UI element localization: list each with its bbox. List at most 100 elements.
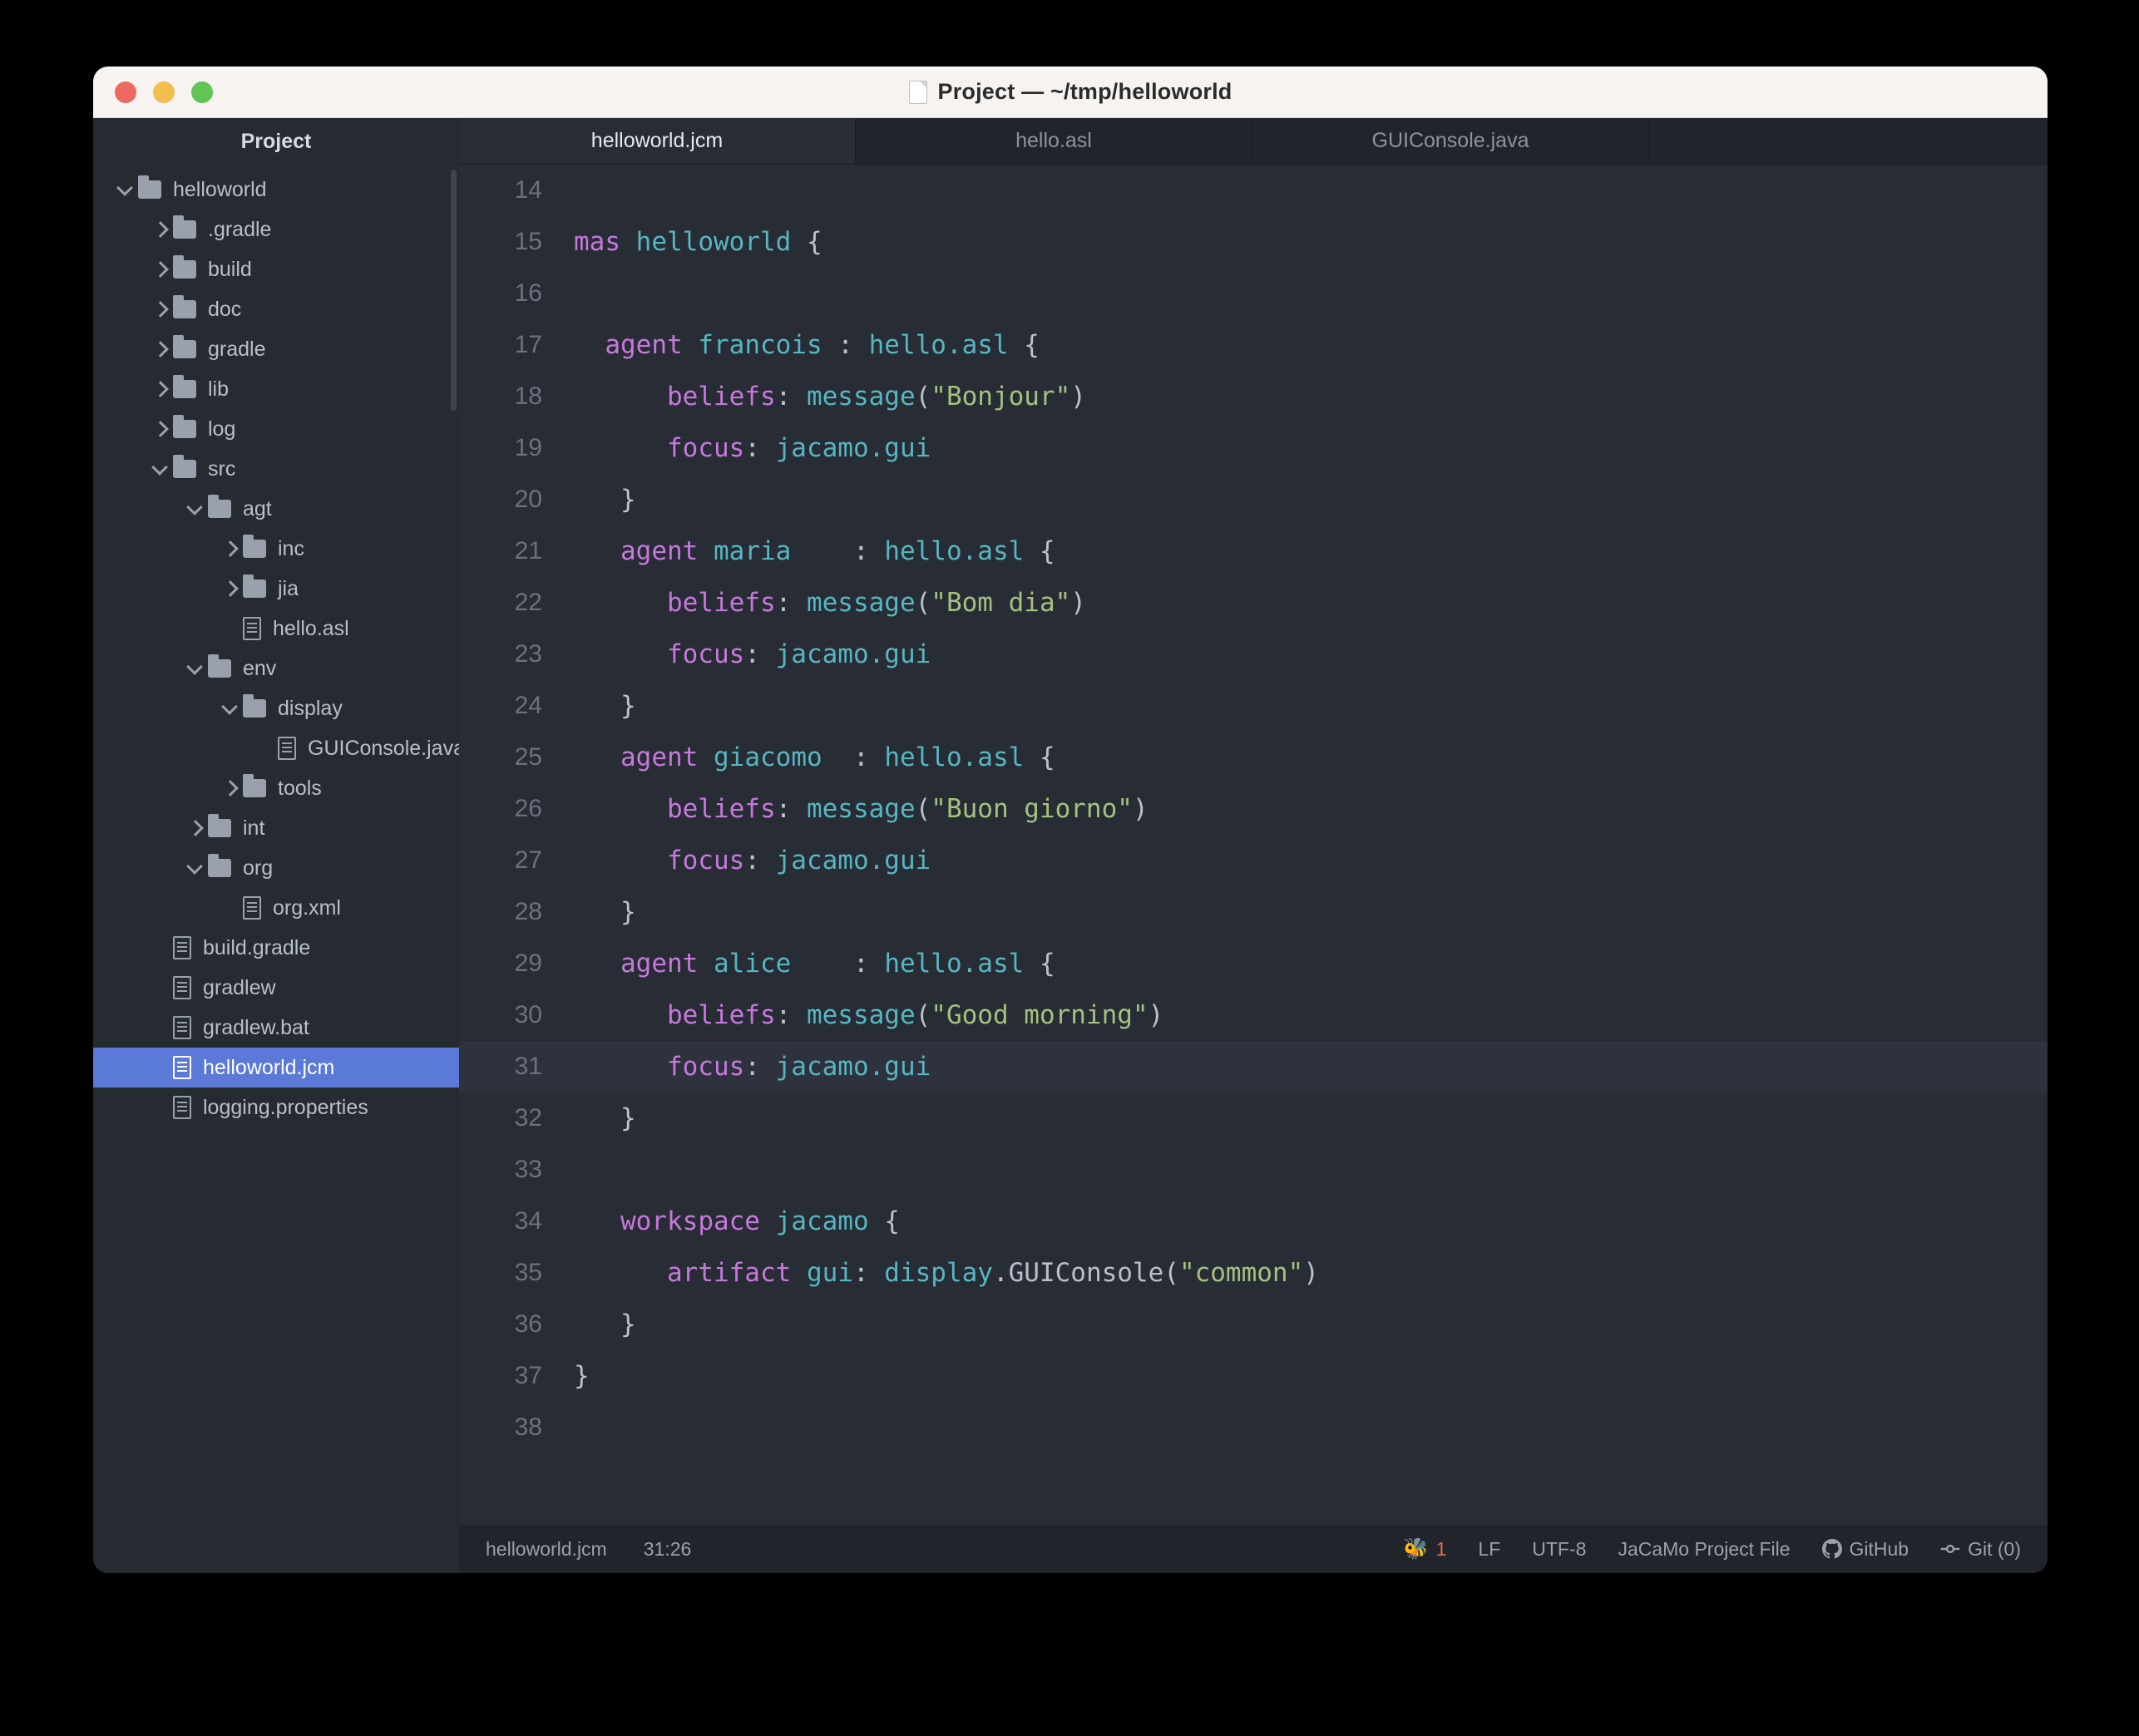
editor-column: helloworld.jcm hello.asl GUIConsole.java 1… xyxy=(459,118,2048,1573)
token-str: "Bom dia" xyxy=(931,588,1071,618)
tree-item--gradle[interactable]: .gradle xyxy=(93,210,459,249)
code-line-30[interactable]: 30 beliefs: message("Good morning") xyxy=(459,989,2048,1041)
tree-item-org[interactable]: org xyxy=(93,848,459,888)
folder-icon xyxy=(243,694,266,718)
chevron-down-icon[interactable] xyxy=(148,456,173,481)
tree-item-guiconsole-java[interactable]: GUIConsole.java xyxy=(93,728,465,768)
code-editor[interactable]: 14 15 mas helloworld {16 17 agent francois … xyxy=(459,165,2048,1525)
chevron-down-icon[interactable] xyxy=(183,856,208,880)
sidebar-scrollbar[interactable] xyxy=(451,170,457,411)
code-line-24[interactable]: 24 } xyxy=(459,680,2048,732)
tree-item-src[interactable]: src xyxy=(93,449,459,489)
chevron-down-icon[interactable] xyxy=(183,496,208,521)
code-line-37[interactable]: 37} xyxy=(459,1350,2048,1402)
token-pun: { xyxy=(1008,330,1040,360)
tree-item-jia[interactable]: jia xyxy=(93,569,459,609)
tree-item-display[interactable]: display xyxy=(93,688,459,728)
code-line-19[interactable]: 19 focus: jacamo.gui xyxy=(459,422,2048,474)
tab-hello-asl[interactable]: hello.asl xyxy=(856,118,1252,164)
line-number: 17 xyxy=(514,331,542,358)
document-icon xyxy=(908,80,927,104)
tree-item-gradle[interactable]: gradle xyxy=(93,329,459,369)
code-text: } xyxy=(561,1309,636,1339)
token-id: hello.asl xyxy=(868,330,1009,360)
chevron-right-icon[interactable] xyxy=(148,417,173,441)
chevron-down-icon[interactable] xyxy=(183,656,208,681)
tree-item-build-gradle[interactable]: build.gradle xyxy=(93,928,459,968)
code-line-15[interactable]: 15 mas helloworld { xyxy=(459,216,2048,268)
tree-item-log[interactable]: log xyxy=(93,409,459,449)
chevron-right-icon[interactable] xyxy=(183,816,208,841)
tree-item-gradlew[interactable]: gradlew xyxy=(93,968,459,1008)
chevron-right-icon[interactable] xyxy=(148,297,173,322)
code-line-21[interactable]: 21 agent maria : hello.asl { xyxy=(459,525,2048,577)
code-line-32[interactable]: 32 } xyxy=(459,1092,2048,1144)
chevron-right-icon[interactable] xyxy=(218,576,243,601)
token-pun: : xyxy=(775,588,807,618)
code-line-31[interactable]: 31 focus: jacamo.gui xyxy=(459,1041,2048,1092)
status-encoding[interactable]: UTF-8 xyxy=(1532,1538,1586,1561)
code-line-35[interactable]: 35 artifact gui: display.GUIConsole("com… xyxy=(459,1247,2048,1299)
code-line-26[interactable]: 26 beliefs: message("Buon giorno") xyxy=(459,783,2048,835)
tree-item-inc[interactable]: inc xyxy=(93,529,459,569)
chevron-right-icon[interactable] xyxy=(218,536,243,561)
code-line-28[interactable]: 28 } xyxy=(459,886,2048,938)
status-problems[interactable]: 🐝 1 xyxy=(1402,1538,1446,1561)
code-line-14[interactable]: 14 xyxy=(459,165,2048,216)
chevron-down-icon[interactable] xyxy=(113,177,138,202)
token-pun xyxy=(574,949,620,979)
code-line-27[interactable]: 27 focus: jacamo.gui xyxy=(459,835,2048,886)
token-id: hello.asl xyxy=(884,949,1025,979)
code-line-20[interactable]: 20 } xyxy=(459,474,2048,525)
tree-item-env[interactable]: env xyxy=(93,649,459,688)
code-line-18[interactable]: 18 beliefs: message("Bonjour") xyxy=(459,371,2048,422)
tab-helloworld-jcm[interactable]: helloworld.jcm xyxy=(459,118,856,164)
chevron-right-icon[interactable] xyxy=(148,217,173,242)
chevron-right-icon[interactable] xyxy=(218,776,243,801)
tree-item-logging-properties[interactable]: logging.properties xyxy=(93,1087,459,1127)
status-cursor-position[interactable]: 31:26 xyxy=(644,1538,692,1561)
git-branch-icon xyxy=(1940,1544,1960,1554)
status-line-ending[interactable]: LF xyxy=(1478,1538,1500,1561)
tree-item-lib[interactable]: lib xyxy=(93,369,459,409)
tree-item-helloworld[interactable]: helloworld xyxy=(93,170,459,210)
tab-guiconsole-java[interactable]: GUIConsole.java xyxy=(1252,118,1649,164)
code-line-33[interactable]: 33 xyxy=(459,1144,2048,1196)
chevron-right-icon[interactable] xyxy=(148,257,173,282)
token-pun xyxy=(574,1258,667,1288)
tree-item-org-xml[interactable]: org.xml xyxy=(93,888,459,928)
tree-item-doc[interactable]: doc xyxy=(93,289,459,329)
status-git-branch[interactable]: Git (0) xyxy=(1940,1538,2021,1561)
chevron-right-icon[interactable] xyxy=(148,337,173,362)
file-tree[interactable]: helloworld .gradle build doc gradle lib log src… xyxy=(93,165,465,1127)
close-button[interactable] xyxy=(115,81,136,103)
zoom-button[interactable] xyxy=(191,81,213,103)
tree-item-helloworld-jcm[interactable]: helloworld.jcm xyxy=(93,1048,459,1087)
chevron-down-icon[interactable] xyxy=(218,696,243,721)
code-line-38[interactable]: 38 xyxy=(459,1402,2048,1453)
code-line-36[interactable]: 36 } xyxy=(459,1299,2048,1350)
line-number: 23 xyxy=(514,640,542,668)
tree-item-build[interactable]: build xyxy=(93,249,459,289)
file-icon xyxy=(243,617,261,640)
token-kw: focus xyxy=(666,433,745,463)
status-file-type[interactable]: JaCaMo Project File xyxy=(1618,1538,1790,1561)
chevron-right-icon[interactable] xyxy=(148,377,173,402)
code-line-34[interactable]: 34 workspace jacamo { xyxy=(459,1196,2048,1247)
tree-item-hello-asl[interactable]: hello.asl xyxy=(93,609,459,649)
tree-item-tools[interactable]: tools xyxy=(93,768,459,808)
status-github[interactable]: GitHub xyxy=(1821,1538,1909,1561)
code-line-23[interactable]: 23 focus: jacamo.gui xyxy=(459,629,2048,680)
code-line-29[interactable]: 29 agent alice : hello.asl { xyxy=(459,938,2048,989)
token-pun: : xyxy=(822,742,885,772)
code-line-25[interactable]: 25 agent giacomo : hello.asl { xyxy=(459,732,2048,783)
token-id: message xyxy=(806,588,916,618)
tree-item-agt[interactable]: agt xyxy=(93,489,459,529)
code-line-17[interactable]: 17 agent francois : hello.asl { xyxy=(459,319,2048,371)
code-line-22[interactable]: 22 beliefs: message("Bom dia") xyxy=(459,577,2048,629)
minimize-button[interactable] xyxy=(153,81,175,103)
code-line-16[interactable]: 16 xyxy=(459,268,2048,319)
tree-item-int[interactable]: int xyxy=(93,808,459,848)
file-icon xyxy=(173,936,191,959)
tree-item-gradlew-bat[interactable]: gradlew.bat xyxy=(93,1008,459,1048)
